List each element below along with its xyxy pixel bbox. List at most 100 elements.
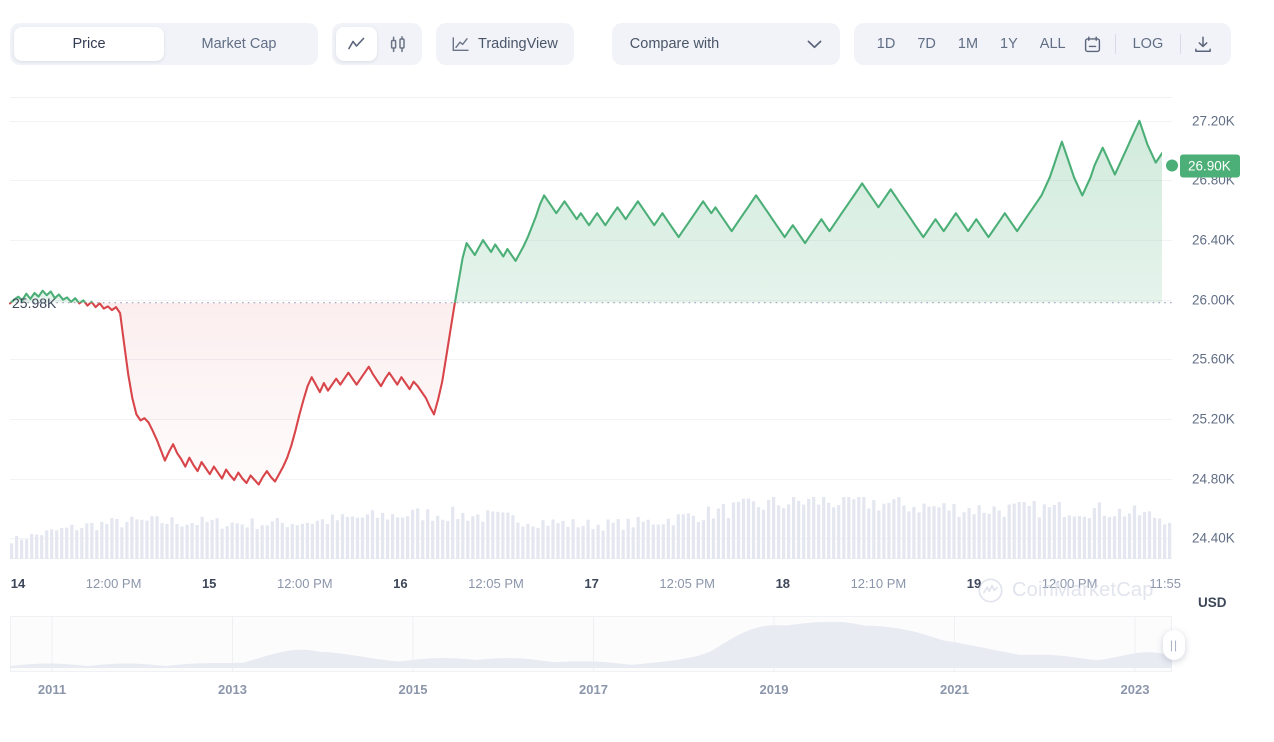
volume-bar xyxy=(336,520,339,559)
y-axis-tick: 26.40K xyxy=(1192,233,1235,248)
volume-bar xyxy=(401,518,404,560)
volume-bar xyxy=(702,520,705,559)
range-all[interactable]: ALL xyxy=(1029,29,1077,59)
volume-bar xyxy=(622,530,625,559)
volume-bar xyxy=(451,507,454,559)
volume-bar xyxy=(1153,518,1156,559)
compare-with-dropdown[interactable]: Compare with xyxy=(612,23,840,65)
volume-bar xyxy=(732,502,735,559)
volume-bar xyxy=(1093,508,1096,559)
volume-bar xyxy=(1098,503,1101,560)
volume-bar xyxy=(1138,515,1141,559)
current-price-dot xyxy=(1166,160,1178,172)
volume-bar xyxy=(617,519,620,559)
chart-svg xyxy=(0,88,1274,588)
volume-bar xyxy=(381,513,384,559)
volume-bar xyxy=(561,521,564,559)
volume-bar xyxy=(932,506,935,559)
volume-bar xyxy=(10,543,13,559)
range-7d[interactable]: 7D xyxy=(906,29,947,59)
calendar-icon[interactable] xyxy=(1077,29,1109,59)
volume-bar xyxy=(155,516,158,559)
volume-bar xyxy=(902,506,905,560)
volume-bar xyxy=(291,524,294,559)
volume-bar xyxy=(221,529,224,559)
volume-bar xyxy=(942,503,945,559)
volume-bar xyxy=(15,536,18,559)
volume-bar xyxy=(1048,507,1051,559)
volume-bar xyxy=(847,497,850,559)
volume-bar xyxy=(266,525,269,559)
volume-bar xyxy=(807,499,810,559)
volume-bar xyxy=(1033,501,1036,559)
volume-bar xyxy=(587,520,590,559)
y-axis-tick: 24.80K xyxy=(1192,471,1235,486)
volume-bar xyxy=(516,523,519,560)
volume-bar xyxy=(531,527,534,560)
volume-bar xyxy=(346,517,349,559)
range-1m[interactable]: 1M xyxy=(947,29,989,59)
tab-market-cap[interactable]: Market Cap xyxy=(164,27,314,61)
volume-bar xyxy=(261,525,264,559)
volume-bar xyxy=(1118,509,1121,559)
volume-bar xyxy=(1008,505,1011,560)
volume-bar xyxy=(802,505,805,559)
x-axis-tick: 12:00 PM xyxy=(1042,576,1098,591)
range-1y[interactable]: 1Y xyxy=(989,29,1029,59)
price-chart: 25.98K 27.20K26.80K26.40K26.00K25.60K25.… xyxy=(0,88,1274,742)
volume-bar xyxy=(682,514,685,559)
tab-price[interactable]: Price xyxy=(14,27,164,61)
volume-bar xyxy=(371,510,374,559)
navigator-tick: 2011 xyxy=(38,682,66,697)
volume-bar xyxy=(130,517,133,559)
line-chart-glyph xyxy=(348,37,365,52)
navigator-right-handle[interactable]: || xyxy=(1163,630,1185,660)
tradingview-label: TradingView xyxy=(478,36,558,52)
volume-bar xyxy=(747,499,750,559)
volume-bar xyxy=(1058,502,1061,559)
volume-bar xyxy=(186,525,189,559)
volume-bar xyxy=(577,527,580,559)
volume-bar xyxy=(321,519,324,559)
tradingview-button[interactable]: TradingView xyxy=(436,23,574,65)
y-axis-tick: 26.00K xyxy=(1192,292,1235,307)
volume-bar xyxy=(772,497,775,559)
volume-bar xyxy=(501,512,504,559)
x-axis-tick: 12:05 PM xyxy=(468,576,524,591)
navigator-tick: 2019 xyxy=(760,682,789,697)
volume-bar xyxy=(762,510,765,559)
log-scale-button[interactable]: LOG xyxy=(1122,29,1175,59)
volume-bar xyxy=(521,527,524,559)
navigator-tick: 2013 xyxy=(218,682,247,697)
volume-bar xyxy=(341,514,344,559)
volume-bar xyxy=(572,519,575,559)
volume-bar xyxy=(566,527,569,559)
y-axis-tick: 25.20K xyxy=(1192,411,1235,426)
volume-bar xyxy=(882,504,885,559)
volume-bar xyxy=(361,518,364,560)
volume-bar xyxy=(647,520,650,559)
volume-bar xyxy=(892,499,895,559)
volume-bar xyxy=(75,530,78,559)
volume-bar xyxy=(506,513,509,559)
volume-bar xyxy=(386,520,389,560)
volume-bar xyxy=(677,514,680,559)
download-icon[interactable] xyxy=(1187,29,1219,59)
volume-bar xyxy=(491,511,494,559)
volume-bars xyxy=(10,497,1171,559)
candlestick-chart-icon[interactable] xyxy=(377,27,418,61)
navigator-tick: 2023 xyxy=(1121,682,1150,697)
volume-bar xyxy=(712,518,715,559)
volume-bar xyxy=(662,524,665,559)
volume-bar xyxy=(672,525,675,559)
volume-bar xyxy=(612,523,615,559)
volume-bar xyxy=(110,518,113,559)
volume-bar xyxy=(160,523,163,559)
x-axis-tick: 14 xyxy=(11,576,25,591)
line-chart-icon[interactable] xyxy=(336,27,377,61)
chart-navigator[interactable]: || xyxy=(10,616,1172,672)
range-1d[interactable]: 1D xyxy=(866,29,907,59)
navigator-svg xyxy=(10,616,1172,672)
volume-bar xyxy=(251,519,254,560)
volume-bar xyxy=(421,520,424,559)
